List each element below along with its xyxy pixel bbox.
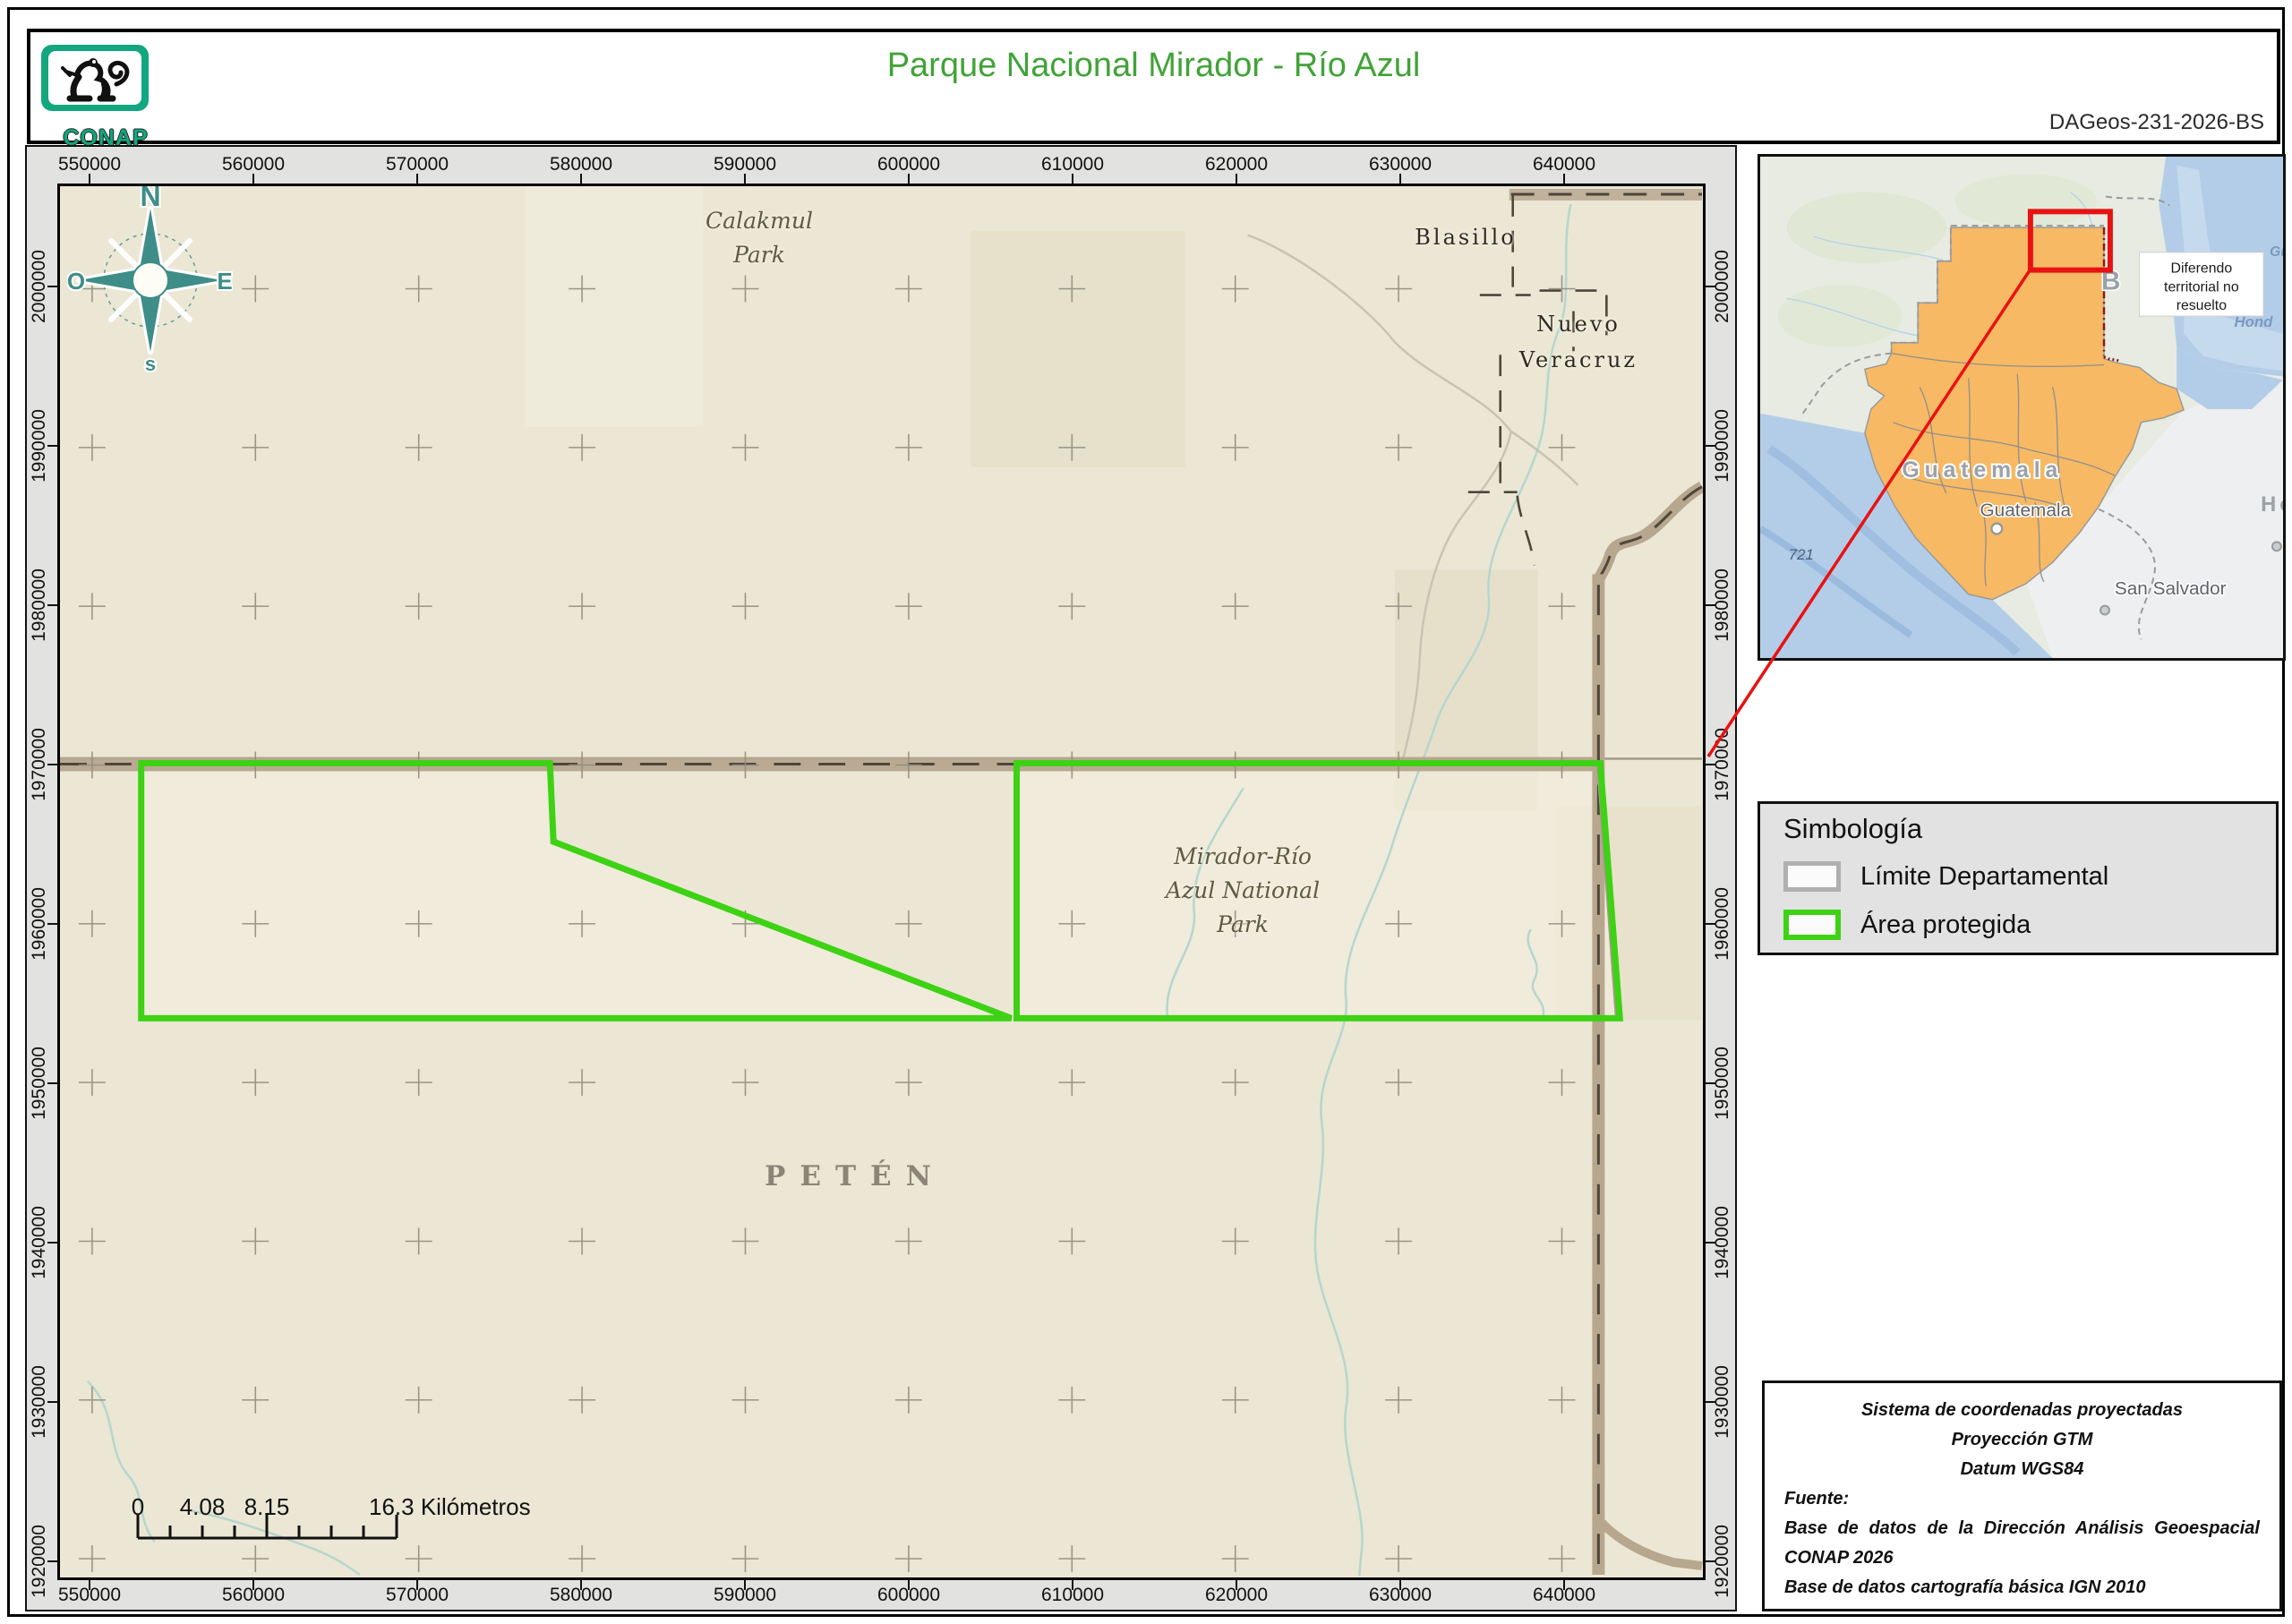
xtick-top-0: 550000 <box>57 154 122 175</box>
crs-line: Sistema de coordenadas proyectadas <box>1860 1400 2184 1420</box>
xtick-bot-8: 630000 <box>1368 1585 1432 1605</box>
main-map <box>57 184 1706 1580</box>
ytick-right-5: 1950000 <box>1712 1047 1732 1120</box>
credits-box: Sistema de coordenadas proyectadas Proye… <box>1762 1380 2282 1611</box>
map-canvas <box>60 186 1703 1577</box>
ytick-left-7: 1930000 <box>29 1365 49 1439</box>
departmental-swatch <box>1783 861 1841 892</box>
xtick-top-2: 570000 <box>385 154 449 175</box>
san-salvador-dot <box>2100 604 2110 616</box>
source-line-2: Base de datos cartografía básica IGN 201… <box>1784 1577 2146 1597</box>
source-line-1a: Base de datos de la Dirección Análisis G… <box>1784 1518 2260 1538</box>
compass-o: O <box>67 268 85 295</box>
ytick-right-2: 1980000 <box>1712 568 1732 642</box>
xtick-bot-3: 580000 <box>549 1585 613 1605</box>
source-line-1b: CONAP 2026 <box>1784 1548 1894 1568</box>
inset-canvas: B Gu Hond Guatemala Guatemala San Salvad… <box>1760 157 2283 658</box>
ytick-right-8: 1920000 <box>1712 1525 1732 1598</box>
legend-title: Simbología <box>1783 813 1923 844</box>
fuente-label: Fuente: <box>1784 1489 1850 1509</box>
capital-dot <box>1990 522 2004 535</box>
ytick-right-4: 1960000 <box>1712 887 1732 961</box>
xtick-bot-6: 610000 <box>1040 1585 1105 1605</box>
projection-line: Proyección GTM <box>1951 1430 2093 1449</box>
datum-line: Datum WGS84 <box>1960 1459 2084 1479</box>
depth-number: 721 <box>1789 546 1814 563</box>
document-id: DAGeos-231-2026-BS <box>2048 110 2264 134</box>
locator-inset-map: B Gu Hond Guatemala Guatemala San Salvad… <box>1757 154 2286 661</box>
xtick-bot-1: 560000 <box>221 1585 286 1605</box>
legend-item-protected: Área protegida <box>1783 910 2031 940</box>
xtick-top-1: 560000 <box>221 154 286 175</box>
xtick-top-7: 620000 <box>1204 154 1269 175</box>
xtick-top-9: 640000 <box>1532 154 1596 175</box>
ytick-right-6: 1940000 <box>1712 1206 1732 1279</box>
ytick-left-3: 1970000 <box>29 728 49 801</box>
ytick-left-8: 1920000 <box>29 1525 49 1598</box>
country-label: Guatemala <box>1902 458 2063 483</box>
ytick-left-6: 1940000 <box>29 1206 49 1279</box>
xtick-bot-4: 590000 <box>713 1585 777 1605</box>
ytick-left-5: 1950000 <box>29 1047 49 1120</box>
xtick-bot-7: 620000 <box>1204 1585 1269 1605</box>
page-title: Parque Nacional Mirador - Río Azul <box>886 47 1421 84</box>
xtick-top-8: 630000 <box>1368 154 1432 175</box>
map-sheet-page: CONAP Parque Nacional Mirador - Río Azul… <box>0 0 2292 1624</box>
compass-s: s <box>145 353 156 374</box>
compass-e: E <box>217 268 232 295</box>
legend: Simbología Límite Departamental Área pro… <box>1757 801 2279 955</box>
xtick-top-4: 590000 <box>713 154 777 175</box>
xtick-top-3: 580000 <box>549 154 613 175</box>
compass-rose-icon: N E O s <box>67 186 233 374</box>
honduras-label: Ho <box>2261 493 2283 517</box>
legend-item-departmental: Límite Departamental <box>1783 861 2108 892</box>
ytick-right-3: 1970000 <box>1712 728 1732 801</box>
ytick-left-4: 1960000 <box>29 887 49 961</box>
ytick-left-2: 1980000 <box>29 568 49 642</box>
note-line-1: Diferendo <box>2171 261 2233 277</box>
protected-swatch <box>1783 910 1841 940</box>
note-line-3: resuelto <box>2177 298 2228 313</box>
ytick-left-1: 1990000 <box>29 409 49 483</box>
capital-label: Guatemala <box>1980 500 2071 521</box>
xtick-top-6: 610000 <box>1040 154 1105 175</box>
ytick-left-0: 2000000 <box>29 250 49 323</box>
ytick-right-0: 2000000 <box>1712 250 1732 323</box>
xtick-bot-9: 640000 <box>1532 1585 1596 1605</box>
xtick-bot-5: 600000 <box>877 1585 941 1605</box>
gulf-label: Gu <box>2270 244 2283 260</box>
compass-n: N <box>140 186 160 212</box>
ytick-right-1: 1990000 <box>1712 409 1732 483</box>
note-line-2: territorial no <box>2164 279 2239 295</box>
xtick-top-5: 600000 <box>877 154 941 175</box>
header: CONAP Parque Nacional Mirador - Río Azul… <box>27 29 2280 150</box>
xtick-bot-0: 550000 <box>57 1585 122 1605</box>
legend-label-departmental: Límite Departamental <box>1860 861 2109 891</box>
legend-label-protected: Área protegida <box>1860 910 2031 939</box>
ytick-right-7: 1930000 <box>1712 1365 1732 1439</box>
xtick-bot-2: 570000 <box>385 1585 449 1605</box>
san-salvador-label: San Salvador <box>2115 578 2227 599</box>
